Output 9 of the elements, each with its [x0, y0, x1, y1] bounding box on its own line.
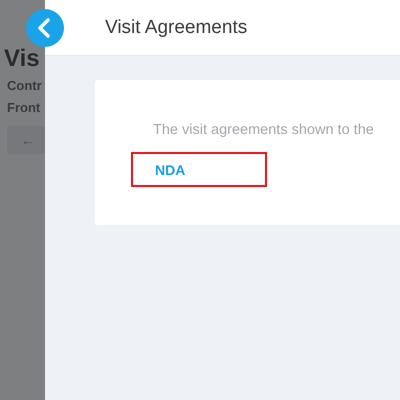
page-subtitle: Front: [6, 100, 42, 116]
panel-title: Visit Agreements: [105, 16, 248, 38]
back-button[interactable]: ←: [7, 126, 45, 154]
agreement-link[interactable]: NDA: [155, 162, 186, 178]
page-title: Vis: [4, 46, 41, 72]
agreement-item[interactable]: NDA: [131, 152, 267, 187]
description-text: The visit agreements shown to the: [153, 122, 375, 138]
back-icon[interactable]: [26, 9, 64, 47]
page-subtitle: Contr: [6, 78, 43, 94]
